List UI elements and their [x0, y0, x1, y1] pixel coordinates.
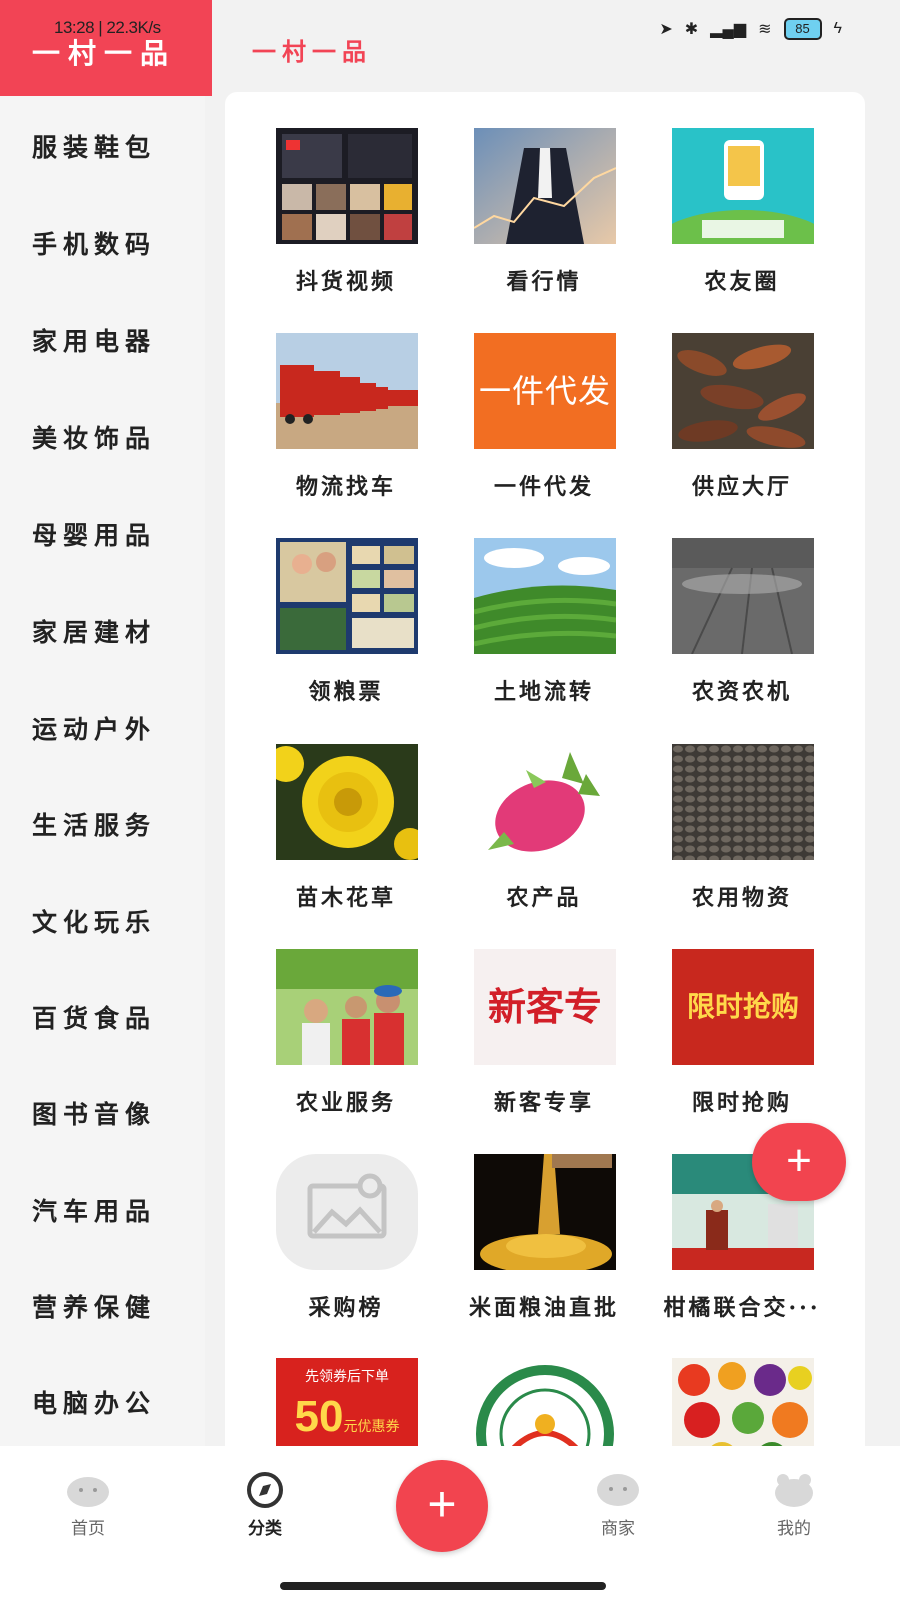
farmers-thumbnail [276, 949, 418, 1065]
sidebar-item[interactable]: 美妆饰品 [32, 419, 156, 455]
grid-item[interactable]: 供应大厅 [647, 333, 837, 523]
status-icons: ➤ ✱ ▂▄▆ ≋ 85 ϟ [659, 18, 842, 40]
sidebar-item[interactable]: 营养保健 [32, 1288, 156, 1324]
video-thumbnail [276, 128, 418, 244]
grid-item[interactable]: 农业服务 [251, 949, 441, 1139]
grid-item-label: 领粮票 [308, 679, 384, 705]
grid-item[interactable]: 限时抢购 限时抢购 [647, 949, 837, 1139]
grid-item[interactable]: 苗木花草 [251, 744, 441, 934]
grid-item-label: 土地流转 [493, 679, 594, 705]
signal-icon: ▂▄▆ [710, 21, 747, 38]
nav-merchant[interactable]: 商家 [573, 1472, 663, 1539]
nav-merchant-label: 商家 [601, 1519, 635, 1539]
grid-item-label: 看行情 [506, 269, 582, 295]
grid-item[interactable]: 农资农机 [647, 538, 837, 728]
sidebar-item[interactable]: 生活服务 [32, 806, 156, 842]
dragon-fruit-thumbnail [474, 744, 616, 860]
merchant-icon [595, 1472, 641, 1508]
grid-item-label: 物流找车 [295, 474, 396, 500]
nav-category-label: 分类 [248, 1519, 282, 1539]
grid-item[interactable]: 物流找车 [251, 333, 441, 523]
grid-item[interactable]: 领粮票 [251, 538, 441, 728]
coupon-caption: 先领券后下单 [305, 1369, 389, 1385]
nav-profile-label: 我的 [777, 1519, 811, 1539]
grid-item[interactable]: 看行情 [449, 128, 639, 318]
bluetooth-icon: ✱ [684, 21, 699, 38]
compass-icon [242, 1472, 288, 1508]
grid-item-label: 苗木花草 [295, 885, 396, 911]
image-placeholder-icon [276, 1154, 418, 1270]
home-indicator[interactable] [280, 1582, 606, 1590]
category-sidebar: 一村一品 服装鞋包 手机数码 家用电器 美妆饰品 母婴用品 家居建材 运动户外 … [0, 0, 212, 1480]
grain-pour-thumbnail [474, 1154, 616, 1270]
sidebar-item[interactable]: 百货食品 [32, 999, 156, 1035]
market-trend-thumbnail [474, 128, 616, 244]
center-add-button[interactable]: + [396, 1460, 488, 1552]
home-icon [65, 1472, 111, 1508]
grid-item-label: 农用物资 [691, 885, 792, 911]
crayfish-thumbnail [672, 333, 814, 449]
floating-add-button[interactable]: + [752, 1123, 846, 1201]
app-screen: 13:28 | 22.3K/s ➤ ✱ ▂▄▆ ≋ 85 ϟ 一村一品 服装鞋包… [0, 0, 900, 1600]
sidebar-item[interactable]: 手机数码 [32, 225, 156, 261]
grid-item-label: 农资农机 [691, 679, 792, 705]
grid-item-label: 供应大厅 [691, 474, 792, 500]
grid-item-label: 抖货视频 [295, 269, 396, 295]
chrysanthemum-thumbnail [276, 744, 418, 860]
new-customer-thumbnail: 新客专享 [474, 949, 616, 1065]
grid-item[interactable]: 土地流转 [449, 538, 639, 728]
grid-item-label: 柑橘联合交··· [663, 1295, 821, 1321]
grain-ticket-thumbnail [276, 538, 418, 654]
status-time: 13:28 | 22.3K/s [54, 18, 161, 37]
sidebar-item[interactable]: 汽车用品 [32, 1192, 156, 1228]
charging-icon: ϟ [833, 20, 842, 37]
tea-field-thumbnail [474, 538, 616, 654]
bottom-nav: 首页 分类 + 商家 我的 [0, 1446, 900, 1600]
grid-item[interactable]: 米面粮油直批 [449, 1154, 639, 1344]
status-bar: 13:28 | 22.3K/s ➤ ✱ ▂▄▆ ≋ 85 ϟ [0, 0, 900, 64]
battery-icon: 85 [783, 18, 822, 40]
nav-home-label: 首页 [71, 1519, 105, 1539]
category-grid: 抖货视频 看行情 农友圈 物流找车 一件代发 一件代发 供应大厅 领粮票 土地流… [225, 92, 865, 1482]
grid-item[interactable]: 抖货视频 [251, 128, 441, 318]
grid-item-label: 一件代发 [493, 474, 594, 500]
sidebar-item[interactable]: 家用电器 [32, 322, 156, 358]
coupon-amount: 50元优惠券 [294, 1392, 400, 1441]
sidebar-item[interactable]: 图书音像 [32, 1095, 156, 1131]
sidebar-item[interactable]: 母婴用品 [32, 516, 156, 552]
sidebar-item[interactable]: 服装鞋包 [32, 128, 156, 164]
profile-icon [771, 1472, 817, 1508]
dropship-thumbnail: 一件代发 [474, 333, 616, 449]
sidebar-item[interactable]: 文化玩乐 [32, 903, 156, 939]
truck-fleet-thumbnail [276, 333, 418, 449]
sidebar-item[interactable]: 家居建材 [32, 613, 156, 649]
flash-sale-thumbnail: 限时抢购 [672, 949, 814, 1065]
grid-item[interactable]: 农友圈 [647, 128, 837, 318]
seeds-thumbnail [672, 744, 814, 860]
nav-category[interactable]: 分类 [220, 1472, 310, 1539]
grid-item[interactable]: 农产品 [449, 744, 639, 934]
grid-item-label: 新客专享 [493, 1090, 594, 1116]
location-icon: ➤ [659, 21, 673, 38]
grid-item-label: 限时抢购 [691, 1090, 792, 1116]
sidebar-item[interactable]: 电脑办公 [32, 1384, 156, 1420]
grid-item[interactable]: 新客专享 新客专享 [449, 949, 639, 1139]
grid-item-label: 农产品 [506, 885, 582, 911]
grid-item[interactable]: 采购榜 [251, 1154, 441, 1344]
wifi-icon: ≋ [758, 21, 772, 38]
grid-item-label: 米面粮油直批 [468, 1295, 619, 1321]
nav-profile[interactable]: 我的 [749, 1472, 839, 1539]
grid-item[interactable]: 一件代发 一件代发 [449, 333, 639, 523]
nav-home[interactable]: 首页 [43, 1472, 133, 1539]
grid-item[interactable]: 农用物资 [647, 744, 837, 934]
grid-item-label: 采购榜 [308, 1295, 384, 1321]
grid-item-label: 农业服务 [295, 1090, 396, 1116]
irrigation-thumbnail [672, 538, 814, 654]
farmer-circle-thumbnail [672, 128, 814, 244]
sidebar-item[interactable]: 运动户外 [32, 710, 156, 746]
grid-item-label: 农友圈 [704, 269, 780, 295]
